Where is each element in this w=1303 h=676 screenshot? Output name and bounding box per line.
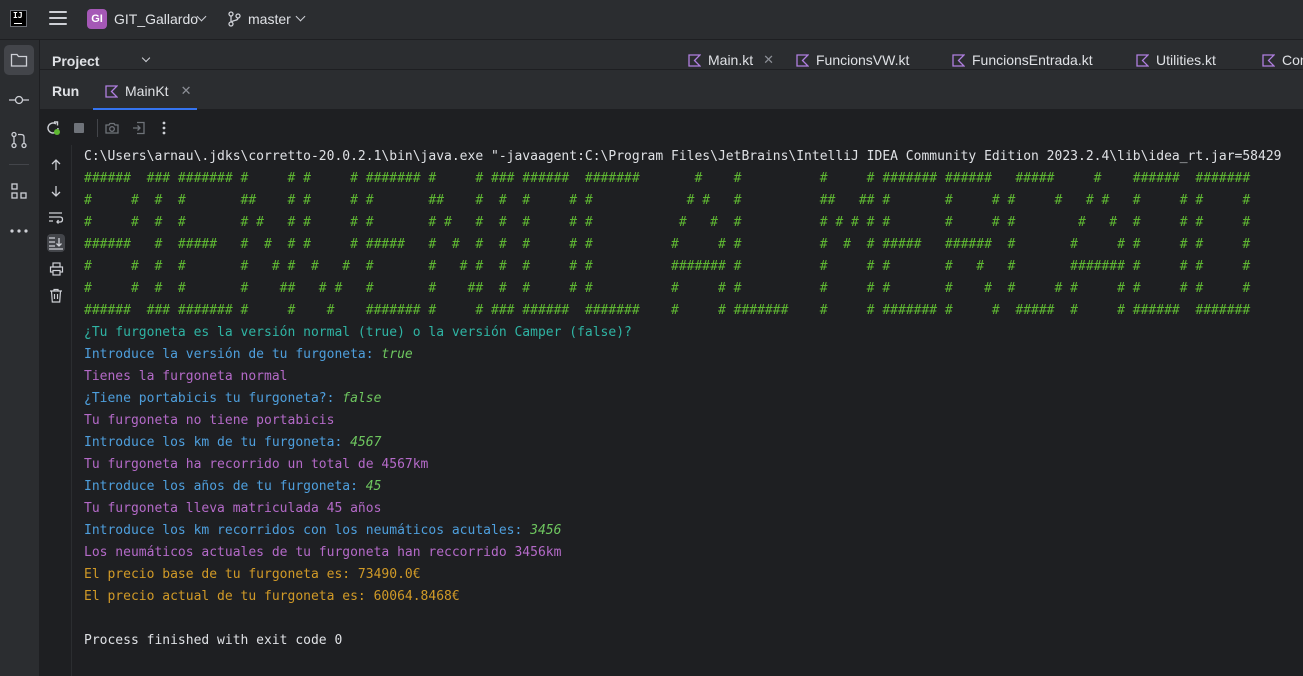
console-prompt-line: ¿Tiene portabicis tu furgoneta?: false [84, 388, 1303, 410]
run-panel-title: Run [52, 83, 80, 99]
tab-label: Con [1282, 52, 1303, 68]
structure-icon[interactable] [4, 176, 34, 206]
commit-icon[interactable] [4, 85, 34, 115]
tab-utilities-kt[interactable]: Utilities.kt [1136, 52, 1216, 68]
console-result-line: Los neumáticos actuales de tu furgoneta … [84, 542, 1303, 564]
left-tool-strip [0, 40, 40, 676]
console-text: ¿Tiene portabicis tu furgoneta?: [84, 391, 343, 406]
console-text: Introduce los años de tu furgoneta: [84, 479, 366, 494]
tab-funcionsvw-kt[interactable]: FuncionsVW.kt [796, 52, 909, 68]
user-input: 4567 [350, 435, 382, 450]
console-text: Tu furgoneta no tiene portabicis [84, 413, 335, 428]
tab-mainkt[interactable]: MainKt ✕ [93, 70, 197, 110]
console-text: Introduce los km recorridos con los neum… [84, 523, 531, 538]
console-text: Los neumáticos actuales de tu furgoneta … [84, 545, 562, 560]
kotlin-file-icon [1136, 53, 1149, 67]
console-gutter [40, 145, 72, 676]
console-text: Tu furgoneta ha recorrido un total de 45… [84, 457, 429, 472]
project-view-selector[interactable]: Project [52, 53, 99, 69]
run-panel-header: Run MainKt ✕ [40, 70, 1303, 110]
tab-label: Utilities.kt [1156, 52, 1216, 68]
kotlin-file-icon [952, 53, 965, 67]
kotlin-file-icon [796, 53, 809, 67]
more-vertical-icon[interactable] [156, 120, 172, 136]
kotlin-file-icon [1262, 53, 1275, 67]
tab-label: Main.kt [708, 52, 754, 68]
more-icon[interactable] [4, 216, 34, 246]
trash-icon[interactable] [47, 286, 65, 304]
tab-con[interactable]: Con [1262, 52, 1303, 68]
arrow-up-icon[interactable] [47, 156, 65, 174]
close-icon[interactable]: ✕ [181, 83, 192, 99]
user-input: false [342, 391, 382, 406]
console-price-line: El precio actual de tu furgoneta es: 600… [84, 586, 1303, 608]
kotlin-file-icon [105, 84, 118, 98]
branch-switcher[interactable]: master [248, 11, 291, 27]
user-input: true [381, 347, 413, 362]
console-text: Introduce la versión de tu furgoneta: [84, 347, 382, 362]
console-text: Introduce los km de tu furgoneta: [84, 435, 351, 450]
chevron-down-icon[interactable] [295, 11, 306, 22]
pull-requests-icon[interactable] [4, 125, 34, 155]
console-result-line: Tienes la furgoneta normal [84, 366, 1303, 388]
ascii-art-line: # # # # # # # # # # # # # # # # # # # # … [84, 215, 1251, 230]
exit-message: Process finished with exit code 0 [84, 633, 343, 648]
tab-label: FuncionsVW.kt [816, 52, 910, 68]
project-badge[interactable]: GI [87, 9, 107, 29]
exit-icon[interactable] [131, 120, 147, 136]
console-text: El precio base de tu furgoneta es: 73490… [84, 567, 421, 582]
project-panel-header: Project [40, 40, 672, 70]
console-prompt-line: Introduce los km de tu furgoneta: 4567 [84, 432, 1303, 454]
console-result-line: Tu furgoneta lleva matriculada 45 años [84, 498, 1303, 520]
arrow-down-icon[interactable] [47, 182, 65, 200]
console-prompt-line: Introduce los km recorridos con los neum… [84, 520, 1303, 542]
console-question-line: ¿Tu furgoneta es la versión normal (true… [84, 322, 1303, 344]
tab-main-kt[interactable]: Main.kt ✕ [688, 52, 774, 68]
console-result-line: Tu furgoneta no tiene portabicis [84, 410, 1303, 432]
user-input: 3456 [530, 523, 562, 538]
console-text: Tu furgoneta lleva matriculada 45 años [84, 501, 382, 516]
ascii-art-line: ###### ### ####### # # # # ####### # # #… [84, 171, 1251, 186]
intellij-logo-icon[interactable]: IJ [10, 10, 27, 27]
ascii-art-line: # # # # # ## # # # # ## # # # # # # # # … [84, 281, 1251, 296]
ascii-art-line: ###### ### ####### # # # ####### # # ###… [84, 303, 1251, 318]
git-branch-icon[interactable] [227, 11, 241, 27]
project-switcher[interactable]: GIT_Gallardo [114, 11, 198, 27]
chevron-down-icon[interactable] [141, 53, 151, 63]
stop-icon[interactable] [71, 120, 87, 136]
main-menu-icon[interactable] [49, 11, 67, 27]
folder-icon[interactable] [4, 45, 34, 75]
console-price-line: El precio base de tu furgoneta es: 73490… [84, 564, 1303, 586]
user-input: 45 [365, 479, 382, 494]
ascii-art-line: ###### # ##### # # # # # ##### # # # # #… [84, 237, 1251, 252]
console-text: Tienes la furgoneta normal [84, 369, 288, 384]
console-text: ¿Tu furgoneta es la versión normal (true… [84, 325, 632, 340]
ascii-art-line: # # # # ## # # # # ## # # # # # # # # ##… [84, 193, 1251, 208]
console-text: El precio actual de tu furgoneta es: 600… [84, 589, 460, 604]
run-toolbar [40, 110, 1303, 145]
rerun-icon[interactable] [45, 120, 61, 136]
console-output[interactable]: C:\Users\arnau\.jdks\corretto-20.0.2.1\b… [84, 146, 1303, 676]
console-result-line: Tu furgoneta ha recorrido un total de 45… [84, 454, 1303, 476]
soft-wrap-icon[interactable] [47, 208, 65, 226]
ascii-art-line: # # # # # # # # # # # # # # # # # ######… [84, 259, 1251, 274]
console-prompt-line: Introduce los años de tu furgoneta: 45 [84, 476, 1303, 498]
tab-funcionsentrada-kt[interactable]: FuncionsEntrada.kt [952, 52, 1093, 68]
console-prompt-line: Introduce la versión de tu furgoneta: tr… [84, 344, 1303, 366]
tab-label: FuncionsEntrada.kt [972, 52, 1093, 68]
editor-tabs: Main.kt ✕ FuncionsVW.kt FuncionsEntrada.… [672, 40, 1303, 70]
console-command-line: C:\Users\arnau\.jdks\corretto-20.0.2.1\b… [84, 149, 1282, 164]
close-icon[interactable]: ✕ [763, 52, 774, 68]
run-tab-label: MainKt [125, 83, 169, 99]
title-bar: IJ GI GIT_Gallardo master [0, 0, 1303, 40]
scroll-to-end-icon[interactable] [47, 234, 65, 252]
print-icon[interactable] [47, 260, 65, 278]
divider [97, 119, 98, 137]
divider [9, 164, 29, 165]
kotlin-file-icon [688, 53, 701, 67]
camera-icon[interactable] [104, 120, 120, 136]
